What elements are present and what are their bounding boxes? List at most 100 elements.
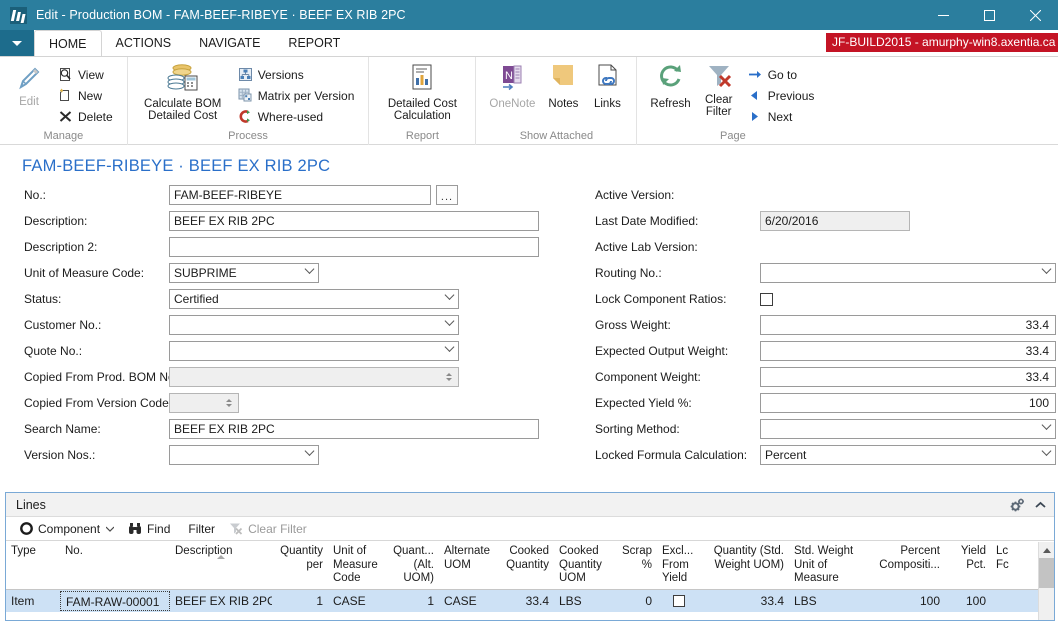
column-header[interactable]: Percent Compositi...	[867, 542, 945, 589]
chevron-down-icon[interactable]	[1041, 420, 1052, 430]
edit-button[interactable]: Edit	[7, 61, 51, 130]
field-input[interactable]: Certified	[169, 289, 459, 309]
column-header[interactable]: Excl... From Yield	[657, 542, 701, 589]
field-input[interactable]: 33.4	[760, 341, 1056, 361]
form-row: Copied From Version Code:	[0, 390, 585, 416]
chevron-down-icon[interactable]	[304, 446, 315, 456]
chevron-down-icon[interactable]	[444, 342, 455, 352]
spinner-control[interactable]	[223, 396, 235, 410]
column-header[interactable]: Quantity (Std. Weight UOM)	[701, 542, 789, 589]
onenote-button[interactable]: N OneNote	[483, 61, 541, 130]
column-header[interactable]: Type	[6, 542, 60, 589]
column-header[interactable]: Quantity per	[272, 542, 328, 589]
form-row: Expected Output Weight: 33.4	[585, 338, 1058, 364]
tab-actions[interactable]: ACTIONS	[102, 30, 186, 56]
table-cell[interactable]: 0	[613, 591, 657, 611]
table-cell[interactable]: Item	[6, 591, 60, 611]
field-input[interactable]: 100	[760, 393, 1056, 413]
table-cell[interactable]: 1	[272, 591, 328, 611]
scroll-up-button[interactable]	[1039, 542, 1054, 558]
column-header[interactable]: Lc Fc	[991, 542, 1017, 589]
column-header[interactable]: No.	[60, 542, 170, 589]
column-header[interactable]: Unit of Measure Code	[328, 542, 386, 589]
table-cell[interactable]: 33.4	[495, 591, 554, 611]
chevron-down-icon[interactable]	[304, 264, 315, 274]
table-cell[interactable]: CASE	[328, 591, 386, 611]
field-input[interactable]: Percent	[760, 445, 1056, 465]
tab-navigate[interactable]: NAVIGATE	[185, 30, 274, 56]
go-to-button[interactable]: Go to	[745, 64, 818, 85]
field-input[interactable]	[169, 237, 539, 257]
table-cell[interactable]: LBS	[789, 591, 867, 611]
view-button[interactable]: View	[55, 64, 116, 85]
where-used-button[interactable]: Where-used	[235, 106, 358, 127]
delete-button[interactable]: Delete	[55, 106, 116, 127]
maximize-button[interactable]	[966, 0, 1012, 30]
minimize-button[interactable]	[920, 0, 966, 30]
field-label: Unit of Measure Code:	[24, 266, 145, 280]
detailed-cost-calculation-button[interactable]: Detailed Cost Calculation	[376, 61, 468, 130]
chevron-down-icon[interactable]	[444, 316, 455, 326]
column-header[interactable]: Alternate UOM	[439, 542, 495, 589]
table-cell[interactable]: CASE	[439, 591, 495, 611]
gears-icon[interactable]	[1010, 498, 1025, 512]
tab-report[interactable]: REPORT	[274, 30, 354, 56]
lookup-ellipsis-button[interactable]: ...	[436, 185, 458, 205]
clear-filter-small-button[interactable]: Clear Filter	[223, 518, 313, 540]
row-checkbox[interactable]	[673, 595, 685, 607]
new-button[interactable]: New	[55, 85, 116, 106]
checkbox-input[interactable]	[760, 292, 773, 306]
field-input[interactable]	[169, 341, 459, 361]
table-cell[interactable]: BEEF EX RIB 2PC	[170, 591, 272, 611]
field-input[interactable]	[760, 263, 1056, 283]
chevron-down-icon[interactable]	[444, 290, 455, 300]
field-input[interactable]: BEEF EX RIB 2PC	[169, 419, 539, 439]
table-cell[interactable]	[657, 591, 701, 611]
quick-access-dropdown-button[interactable]	[0, 30, 34, 56]
table-cell[interactable]: LBS	[554, 591, 613, 611]
table-cell[interactable]: 33.4	[701, 591, 789, 611]
matrix-per-version-button[interactable]: Matrix per Version	[235, 85, 358, 106]
field-input[interactable]: SUBPRIME	[169, 263, 319, 283]
notes-button[interactable]: Notes	[541, 61, 585, 130]
column-header[interactable]: Cooked Quantity UOM	[554, 542, 613, 589]
links-button[interactable]: Links	[585, 61, 629, 130]
field-input[interactable]: 33.4	[760, 367, 1056, 387]
refresh-button[interactable]: Refresh	[644, 61, 696, 130]
spinner-control[interactable]	[443, 370, 455, 384]
versions-button[interactable]: Versions	[235, 64, 358, 85]
find-button[interactable]: Find	[122, 518, 176, 540]
chevron-down-icon[interactable]	[1041, 446, 1052, 456]
field-input[interactable]: FAM-BEEF-RIBEYE	[169, 185, 431, 205]
previous-button[interactable]: Previous	[745, 85, 818, 106]
column-header[interactable]: Std. Weight Unit of Measure	[789, 542, 867, 589]
column-header[interactable]: Scrap %	[613, 542, 657, 589]
form-row: Active Version:	[585, 182, 1058, 208]
table-cell[interactable]: 100	[867, 591, 945, 611]
filter-button[interactable]: Filter	[178, 518, 221, 540]
tab-home[interactable]: HOME	[34, 30, 102, 56]
component-menu-button[interactable]: Component	[14, 518, 120, 540]
chevron-down-icon[interactable]	[1041, 264, 1052, 274]
field-input[interactable]: 33.4	[760, 315, 1056, 335]
field-input[interactable]	[760, 419, 1056, 439]
next-button[interactable]: Next	[745, 106, 818, 127]
column-header[interactable]: Description	[170, 542, 272, 589]
chevron-up-icon[interactable]	[1035, 501, 1046, 509]
table-cell[interactable]: FAM-RAW-00001	[60, 591, 170, 611]
column-header[interactable]: Cooked Quantity	[495, 542, 554, 589]
field-input[interactable]	[169, 445, 319, 465]
table-cell[interactable]: 1	[386, 591, 439, 611]
field-input[interactable]	[169, 315, 459, 335]
column-header[interactable]: Quant... (Alt. UOM)	[386, 542, 439, 589]
scrollbar-thumb[interactable]	[1039, 558, 1054, 588]
close-button[interactable]	[1012, 0, 1058, 30]
calculate-bom-detailed-cost-button[interactable]: Calculate BOM Detailed Cost	[135, 61, 231, 130]
column-header[interactable]: Yield Pct.	[945, 542, 991, 589]
field-input[interactable]: BEEF EX RIB 2PC	[169, 211, 539, 231]
table-cell[interactable]: 100	[945, 591, 991, 611]
field-label: Gross Weight:	[595, 318, 671, 332]
clear-filter-button[interactable]: Clear Filter	[697, 61, 741, 130]
table-row[interactable]: Item FAM-RAW-00001 BEEF EX RIB 2PC 1 CASE 1 CA…	[6, 590, 1054, 612]
lines-grid-vertical-scrollbar[interactable]	[1038, 542, 1054, 620]
